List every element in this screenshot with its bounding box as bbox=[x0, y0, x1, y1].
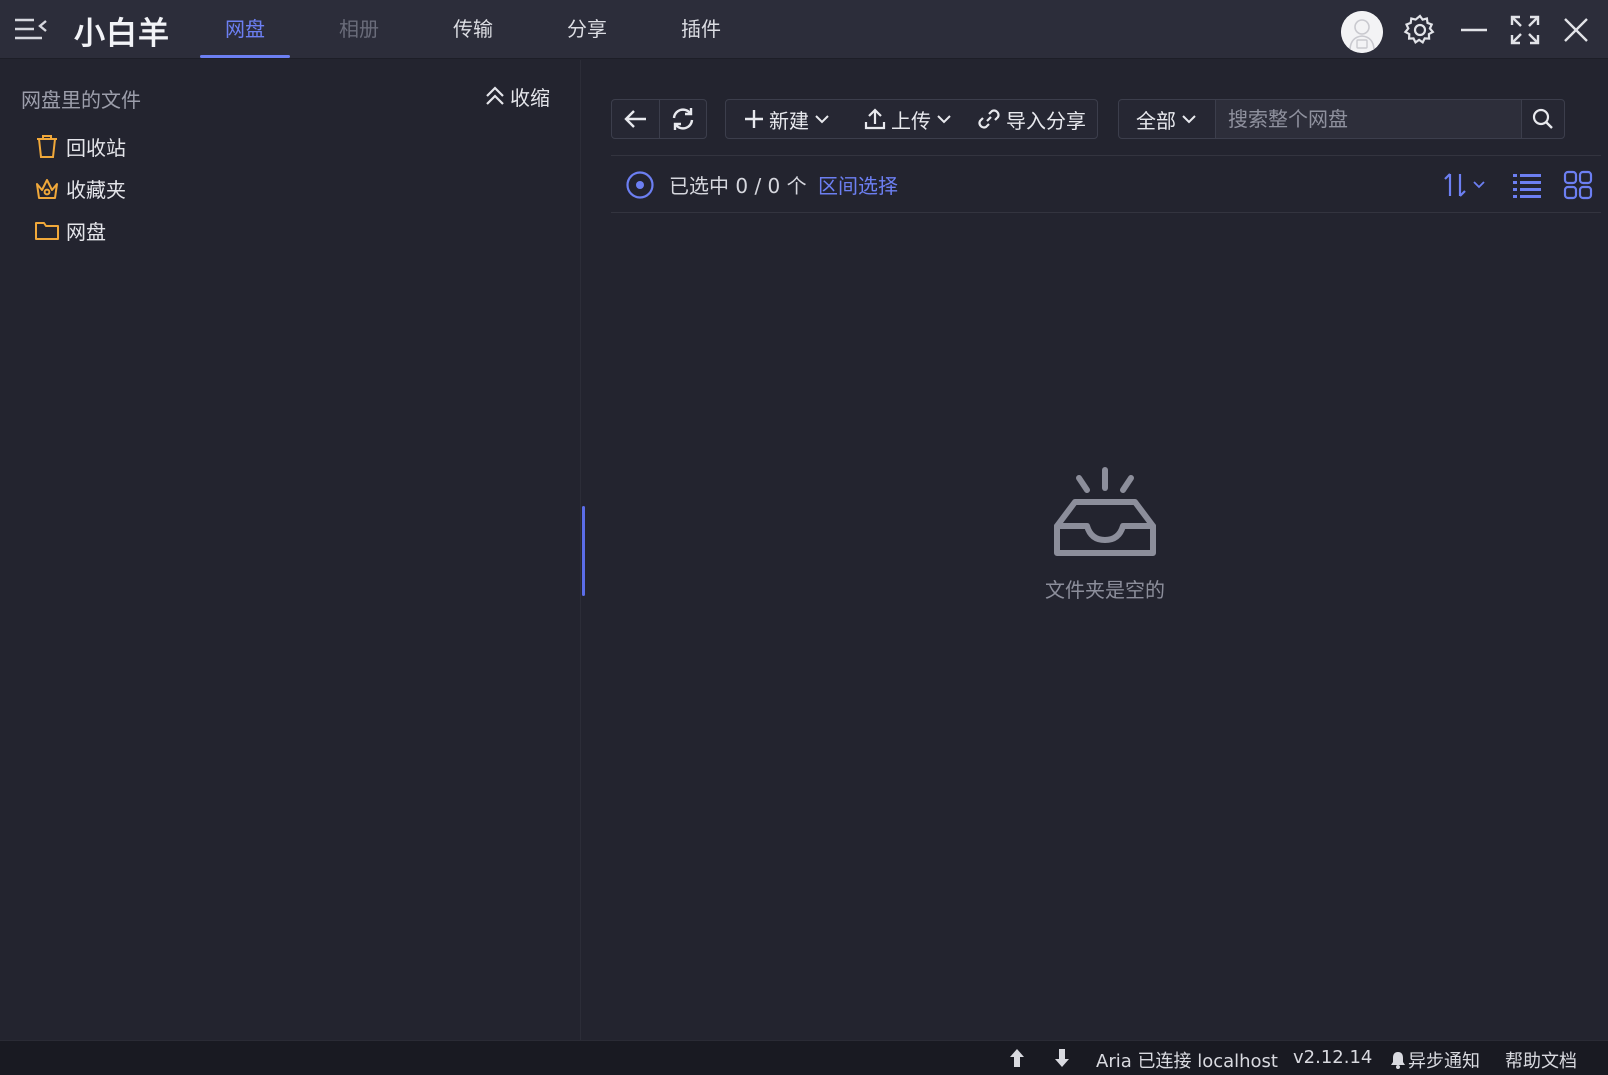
upload-label: 上传 bbox=[891, 108, 931, 133]
search-button[interactable] bbox=[1521, 99, 1565, 139]
close-icon[interactable] bbox=[1559, 13, 1593, 47]
trash-icon bbox=[34, 133, 60, 159]
upload-icon bbox=[864, 108, 886, 130]
refresh-icon bbox=[672, 108, 694, 130]
sidebar-item-label: 回收站 bbox=[66, 135, 126, 160]
download-arrow-icon[interactable] bbox=[1053, 1047, 1071, 1069]
search-input[interactable] bbox=[1216, 99, 1522, 139]
sidebar-item-label: 收藏夹 bbox=[66, 177, 126, 202]
search-icon bbox=[1532, 108, 1553, 129]
collapse-label: 收缩 bbox=[510, 85, 550, 110]
sync-notice-button[interactable]: 异步通知 bbox=[1390, 1047, 1480, 1073]
avatar[interactable] bbox=[1341, 11, 1383, 53]
tab-transfer[interactable]: 传输 bbox=[428, 0, 518, 59]
list-view-icon[interactable] bbox=[1510, 168, 1544, 202]
sidebar: 网盘里的文件 收缩 回收站 收藏夹 网盘 bbox=[0, 60, 581, 1040]
chevron-down-icon bbox=[1182, 115, 1196, 124]
import-share-button[interactable]: 导入分享 bbox=[968, 100, 1094, 138]
status-bar: Aria 已连接 localhost v2.12.14 异步通知 帮助文档 bbox=[0, 1040, 1608, 1075]
maximize-icon[interactable] bbox=[1508, 13, 1542, 47]
settings-gear-icon[interactable] bbox=[1403, 13, 1437, 47]
app-title: 小白羊 bbox=[74, 16, 170, 52]
bell-icon bbox=[1391, 1052, 1405, 1069]
new-label: 新建 bbox=[769, 108, 809, 133]
upload-arrow-icon[interactable] bbox=[1008, 1047, 1026, 1069]
crown-icon bbox=[34, 175, 60, 201]
help-docs-link[interactable]: 帮助文档 bbox=[1505, 1047, 1577, 1073]
sidebar-item-label: 网盘 bbox=[66, 219, 106, 244]
tab-drive[interactable]: 网盘 bbox=[200, 0, 290, 59]
collapse-button[interactable]: 收缩 bbox=[484, 82, 550, 110]
import-share-label: 导入分享 bbox=[1006, 108, 1086, 133]
tab-album[interactable]: 相册 bbox=[314, 0, 404, 59]
chevron-down-icon bbox=[937, 115, 951, 124]
upload-button[interactable]: 上传 bbox=[848, 100, 968, 138]
grid-view-icon[interactable] bbox=[1561, 168, 1595, 202]
sync-notice-label: 异步通知 bbox=[1408, 1051, 1480, 1072]
tab-plugins[interactable]: 插件 bbox=[656, 0, 746, 59]
empty-state: 文件夹是空的 bbox=[1005, 460, 1205, 603]
new-button[interactable]: 新建 bbox=[726, 100, 848, 138]
sort-button[interactable] bbox=[1440, 168, 1488, 202]
sort-icon bbox=[1444, 173, 1485, 197]
title-bar: 小白羊 网盘 相册 传输 分享 插件 bbox=[0, 0, 1608, 59]
sidebar-item-drive[interactable]: 网盘 bbox=[34, 213, 106, 247]
sidebar-item-favorites[interactable]: 收藏夹 bbox=[34, 171, 126, 205]
link-icon bbox=[978, 109, 1000, 129]
empty-message: 文件夹是空的 bbox=[1045, 578, 1165, 602]
sidebar-item-recycle-bin[interactable]: 回收站 bbox=[34, 129, 126, 163]
selection-count: 已选中 0 / 0 个 bbox=[669, 174, 807, 198]
version-label[interactable]: v2.12.14 bbox=[1293, 1047, 1372, 1068]
filter-select[interactable]: 全部 bbox=[1118, 99, 1216, 139]
chevron-down-icon bbox=[815, 115, 829, 124]
back-button[interactable] bbox=[612, 100, 660, 138]
menu-toggle-icon[interactable] bbox=[12, 14, 48, 46]
sidebar-header: 网盘里的文件 bbox=[21, 88, 141, 112]
aria-status[interactable]: Aria 已连接 localhost bbox=[1096, 1047, 1278, 1073]
empty-inbox-icon bbox=[1054, 467, 1156, 556]
filter-label: 全部 bbox=[1136, 108, 1176, 133]
folder-icon bbox=[34, 217, 60, 243]
arrow-left-icon bbox=[623, 110, 646, 128]
nav-button-group bbox=[611, 99, 707, 139]
minimize-icon[interactable] bbox=[1457, 13, 1491, 47]
chevron-double-up-icon bbox=[486, 86, 504, 105]
select-all-radio-icon[interactable] bbox=[625, 170, 655, 200]
active-tab-indicator bbox=[200, 55, 290, 58]
selection-bar: 已选中 0 / 0 个 区间选择 bbox=[611, 155, 1601, 213]
tab-share[interactable]: 分享 bbox=[542, 0, 632, 59]
range-select-link[interactable]: 区间选择 bbox=[818, 170, 898, 199]
action-button-group: 新建 上传 导入分享 bbox=[725, 99, 1098, 139]
panel-resize-handle[interactable] bbox=[582, 506, 585, 596]
plus-icon bbox=[745, 110, 763, 128]
refresh-button[interactable] bbox=[660, 100, 706, 138]
